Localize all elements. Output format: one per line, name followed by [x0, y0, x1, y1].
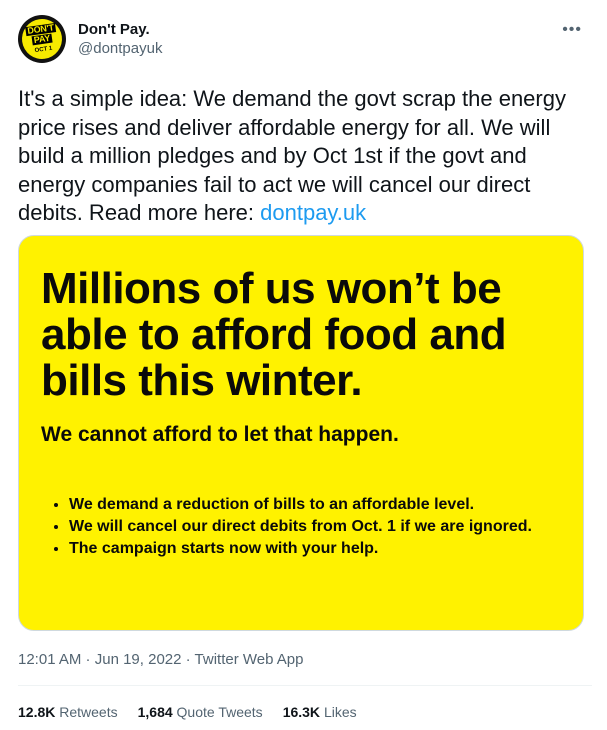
- card-headline: Millions of us won’t be able to afford f…: [41, 264, 507, 405]
- card-bullet: We demand a reduction of bills to an aff…: [69, 494, 532, 516]
- quote-tweets-stat[interactable]: 1,684 Quote Tweets: [138, 704, 263, 720]
- card-bullet: We will cancel our direct debits from Oc…: [69, 516, 532, 538]
- tweet-stats: 12.8K Retweets 1,684 Quote Tweets 16.3K …: [18, 704, 357, 720]
- meta-separator: ·: [181, 651, 195, 668]
- avatar-logo: DON'T PAY OCT 1: [19, 16, 65, 62]
- tweet-time[interactable]: 12:01 AM: [18, 651, 81, 668]
- retweets-count: 12.8K: [18, 704, 56, 720]
- likes-label: Likes: [323, 704, 357, 720]
- quote-tweets-count: 1,684: [137, 704, 173, 720]
- avatar-text-date: OCT 1: [34, 45, 53, 55]
- retweets-stat[interactable]: 12.8K Retweets: [18, 704, 118, 720]
- quote-tweets-label: Quote Tweets: [176, 704, 263, 720]
- more-horizontal-icon[interactable]: •••: [562, 21, 582, 39]
- tweet-header: DON'T PAY OCT 1 Don't Pay. @dontpayuk ••…: [18, 15, 592, 65]
- avatar-text-line2: PAY: [31, 32, 53, 46]
- author-display-name[interactable]: Don't Pay.: [78, 21, 162, 39]
- card-bullet-list: We demand a reduction of bills to an aff…: [53, 494, 532, 560]
- card-subheadline: We cannot afford to let that happen.: [41, 423, 399, 446]
- tweet-source[interactable]: Twitter Web App: [195, 651, 304, 668]
- meta-separator: ·: [81, 651, 95, 668]
- likes-count: 16.3K: [282, 704, 321, 720]
- tweet-date[interactable]: Jun 19, 2022: [95, 651, 182, 668]
- author-handle[interactable]: @dontpayuk: [78, 39, 162, 59]
- retweets-label: Retweets: [59, 704, 118, 720]
- likes-stat[interactable]: 16.3K Likes: [283, 704, 357, 720]
- tweet-text: It's a simple idea: We demand the govt s…: [18, 85, 578, 228]
- card-bullet: The campaign starts now with your help.: [69, 538, 532, 560]
- author-name-block: Don't Pay. @dontpayuk: [78, 21, 162, 59]
- divider: [18, 685, 592, 686]
- tweet-meta: 12:01 AM · Jun 19, 2022 · Twitter Web Ap…: [18, 651, 304, 668]
- tweet-image-card[interactable]: Millions of us won’t be able to afford f…: [18, 235, 584, 631]
- avatar[interactable]: DON'T PAY OCT 1: [18, 15, 66, 63]
- tweet-link[interactable]: dontpay.uk: [260, 200, 366, 225]
